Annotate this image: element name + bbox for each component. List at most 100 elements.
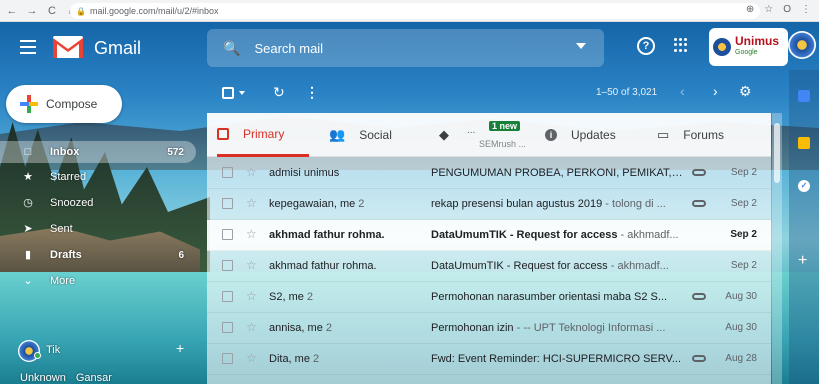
help-icon[interactable]: ?	[637, 37, 655, 55]
email-subject: Permohonan narasumber orientasi maba S2 …	[431, 291, 668, 303]
chevron-down-icon: ⌄	[23, 275, 33, 287]
row-checkbox[interactable]	[222, 260, 233, 271]
sidebar-item-inbox[interactable]: □ Inbox 572	[0, 141, 196, 163]
tab-primary[interactable]: Primary	[217, 113, 309, 157]
star-icon[interactable]: ☆	[246, 196, 257, 210]
refresh-icon[interactable]: ↻	[273, 84, 285, 101]
email-subject: DataUmumTIK - Request for access - akhma…	[431, 260, 669, 272]
star-icon[interactable]: ☆	[246, 165, 257, 179]
more-options-icon[interactable]: ⋮	[305, 84, 319, 101]
pagination-range: 1–50 of 3,021	[596, 87, 658, 98]
email-row[interactable]: ☆ S2, me 2 Permohonan narasumber orientasi…	[207, 282, 771, 313]
org-name: Unimus	[735, 34, 780, 48]
compose-button[interactable]: Compose	[6, 85, 122, 123]
main-menu-icon[interactable]	[20, 40, 36, 54]
email-date: Aug 30	[725, 322, 757, 333]
search-icon[interactable]: 🔍	[223, 40, 240, 57]
tag-icon: ◆	[439, 127, 449, 142]
sidebar-item-starred[interactable]: ★ Starred	[0, 166, 196, 188]
tab-promotions[interactable]: ◆ ... 1 new SEMrush ...	[439, 113, 535, 157]
inbox-icon: □	[24, 146, 32, 158]
email-row[interactable]: ☆ akhmad fathur rohma. DataUmumTIK - Requ…	[207, 220, 771, 251]
email-row[interactable]: ☆ annisa, me 2 Permohonan izin - -- UPT Te…	[207, 313, 771, 344]
org-seal-icon	[713, 38, 731, 56]
attachment-icon	[692, 355, 706, 362]
sidebar-item-more[interactable]: ⌄ More	[0, 270, 196, 292]
star-icon[interactable]: ☆	[246, 351, 257, 365]
row-checkbox[interactable]	[222, 198, 233, 209]
email-sender: kepegawaian, me 2	[269, 198, 365, 210]
organization-logo[interactable]: Unimus Google	[709, 28, 788, 66]
browser-menu-icon[interactable]: ⋮	[801, 4, 811, 15]
settings-gear-icon[interactable]: ⚙	[739, 83, 752, 100]
email-sender: S2, me 2	[269, 291, 314, 303]
email-row[interactable]: ☆ admisi unimus PENGUMUMAN PROBEA, PERKON…	[207, 158, 771, 189]
new-chat-icon[interactable]: +	[176, 340, 184, 356]
star-icon[interactable]: ☆	[246, 320, 257, 334]
search-bar[interactable]: 🔍 Search mail	[207, 29, 604, 67]
next-page-icon[interactable]: ›	[713, 83, 718, 99]
calendar-icon[interactable]	[798, 90, 810, 102]
row-checkbox[interactable]	[222, 353, 233, 364]
side-panel: ✓ +	[789, 70, 819, 384]
category-tabs: Primary 👥 Social ◆ ... 1 new SEMrush ...…	[207, 113, 771, 157]
send-icon: ➤	[23, 223, 33, 235]
row-checkbox[interactable]	[222, 167, 233, 178]
keep-icon[interactable]	[798, 137, 810, 149]
zoom-icon[interactable]: ⊕	[746, 4, 754, 15]
tab-forums[interactable]: ▭ Forums	[657, 113, 724, 157]
email-row[interactable]: ☆ kepegawaian, me 2 rekap presensi bulan a…	[207, 189, 771, 220]
gmail-brand[interactable]: Gmail	[94, 38, 141, 59]
forward-icon[interactable]: →	[26, 5, 38, 17]
mail-scrollbar[interactable]	[772, 113, 782, 384]
attachment-icon	[692, 169, 706, 176]
new-badge: 1 new	[489, 121, 521, 131]
compose-plus-icon	[20, 95, 38, 113]
compose-label: Compose	[46, 97, 98, 111]
inbox-count: 572	[167, 146, 184, 158]
email-row[interactable]: ☆ Dita, me 2 Fwd: Event Reminder: HCI-SUPE…	[207, 344, 771, 375]
reload-icon[interactable]: C	[46, 5, 58, 17]
hangouts-contact[interactable]: Unknown Gansar	[20, 372, 112, 384]
sidebar-item-sent[interactable]: ➤ Sent	[0, 218, 196, 240]
account-avatar[interactable]	[788, 31, 816, 59]
row-checkbox[interactable]	[222, 229, 233, 240]
address-bar[interactable]: 🔒 mail.google.com/mail/u/2/#inbox	[70, 3, 760, 19]
sidebar-item-drafts[interactable]: ▮ Drafts 6	[0, 244, 196, 266]
row-checkbox[interactable]	[222, 291, 233, 302]
email-subject: PENGUMUMAN PROBEA, PERKONI, PEMIKAT, ...	[431, 167, 683, 179]
row-checkbox[interactable]	[222, 322, 233, 333]
tab-updates[interactable]: i Updates	[545, 113, 616, 157]
extension-icon[interactable]: O	[783, 4, 791, 15]
get-addons-icon[interactable]: +	[798, 252, 807, 270]
draft-icon: ▮	[24, 249, 32, 261]
apps-grid-icon[interactable]	[674, 38, 688, 52]
star-icon[interactable]: ☆	[246, 227, 257, 241]
gmail-logo-icon[interactable]	[52, 35, 84, 59]
search-options-icon[interactable]	[576, 43, 586, 49]
star-icon[interactable]: ☆	[246, 289, 257, 303]
lock-icon: 🔒	[76, 6, 86, 16]
select-all-checkbox[interactable]	[222, 87, 234, 99]
back-icon[interactable]: ←	[6, 5, 18, 17]
inbox-tab-icon	[217, 127, 229, 140]
tasks-icon[interactable]: ✓	[798, 180, 810, 192]
sidebar-item-snoozed[interactable]: ◷ Snoozed	[0, 192, 196, 214]
forum-icon: ▭	[657, 127, 670, 142]
tab-social[interactable]: 👥 Social	[329, 113, 392, 157]
email-sender: akhmad fathur rohma.	[269, 260, 377, 272]
email-sender: annisa, me 2	[269, 322, 332, 334]
promo-sender: SEMrush ...	[479, 139, 527, 149]
email-date: Aug 30	[725, 291, 757, 302]
select-dropdown-icon[interactable]	[239, 91, 245, 95]
search-input[interactable]: Search mail	[254, 41, 323, 56]
attachment-icon	[692, 200, 706, 207]
bookmark-star-icon[interactable]: ☆	[764, 4, 773, 15]
star-icon[interactable]: ☆	[246, 258, 257, 272]
prev-page-icon[interactable]: ‹	[680, 83, 685, 99]
email-sender: Dita, me 2	[269, 353, 320, 365]
clock-icon: ◷	[23, 197, 33, 209]
email-sender: admisi unimus	[269, 167, 340, 179]
hangouts-user[interactable]: Tik	[46, 344, 60, 356]
email-row[interactable]: ☆ akhmad fathur rohma. DataUmumTIK - Requ…	[207, 251, 771, 282]
